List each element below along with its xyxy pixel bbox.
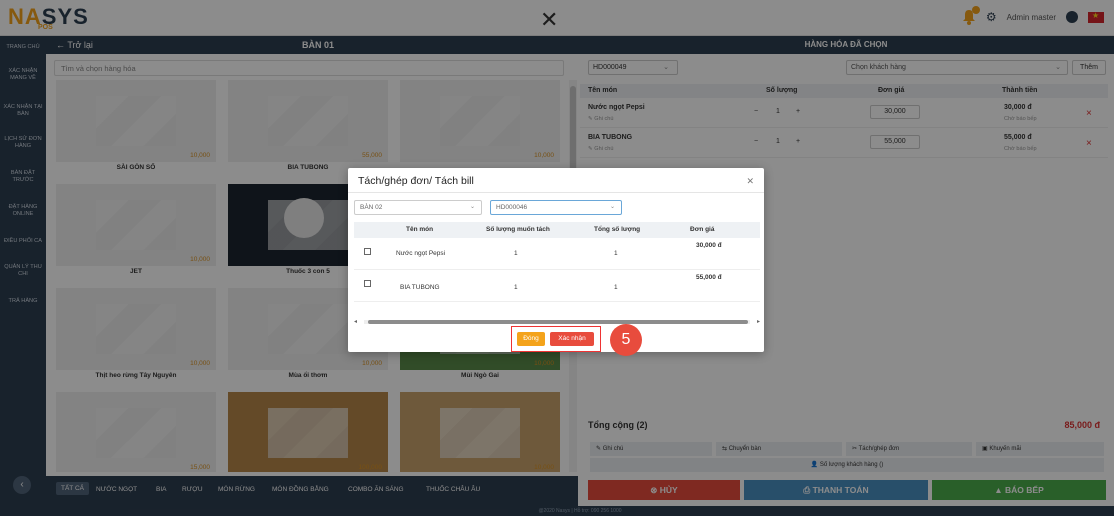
scroll-right-icon[interactable]: ▸: [757, 318, 760, 325]
row-checkbox[interactable]: [364, 248, 371, 255]
total-qty: 1: [614, 250, 618, 257]
item-name: BIA TUBONG: [400, 284, 440, 291]
split-bill-modal: Tách/ghép đơn/ Tách bill ✕ BÀN 02 ⌄ HD000…: [348, 168, 764, 352]
item-price: 30,000 đ: [696, 242, 722, 249]
scroll-left-icon[interactable]: ◂: [354, 318, 357, 325]
close-icon[interactable]: ✕: [746, 176, 754, 187]
split-table-header: Tên món Số lượng muốn tách Tổng số lượng…: [354, 222, 760, 238]
confirm-button[interactable]: Xác nhận: [550, 332, 594, 346]
col-total-qty: Tổng số lượng: [594, 226, 641, 233]
item-price: 55,000 đ: [696, 274, 722, 281]
horizontal-scrollbar[interactable]: ◂ ▸: [354, 318, 760, 326]
split-row: Nước ngọt Pepsi 1 1 30,000 đ: [354, 238, 760, 270]
close-button[interactable]: Đóng: [517, 332, 545, 346]
split-qty[interactable]: 1: [514, 284, 518, 291]
modal-actions-highlight: Đóng Xác nhận: [511, 326, 601, 352]
target-bill-select[interactable]: HD000046 ⌄: [490, 200, 622, 215]
col-price: Đơn giá: [690, 226, 715, 233]
target-table-select[interactable]: BÀN 02 ⌄: [354, 200, 482, 215]
split-row: BIA TUBONG 1 1 55,000 đ: [354, 270, 760, 302]
row-checkbox[interactable]: [364, 280, 371, 287]
col-split-qty: Số lượng muốn tách: [486, 226, 550, 233]
modal-title: Tách/ghép đơn/ Tách bill: [358, 175, 474, 187]
col-name: Tên món: [406, 226, 434, 233]
step-badge: 5: [610, 324, 642, 356]
total-qty: 1: [614, 284, 618, 291]
item-name: Nước ngọt Pepsi: [396, 250, 446, 257]
split-qty[interactable]: 1: [514, 250, 518, 257]
